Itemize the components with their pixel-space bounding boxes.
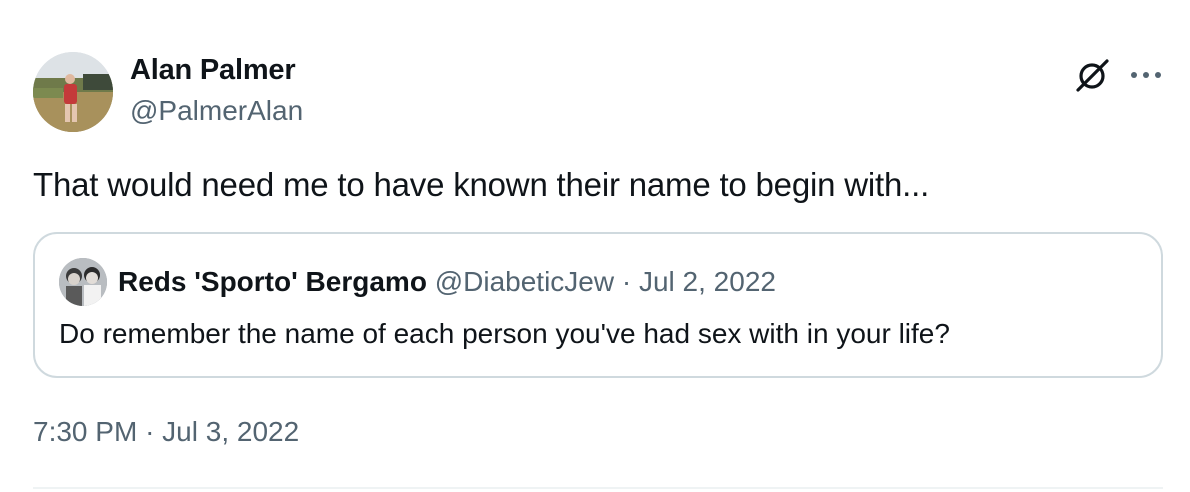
quoted-author-avatar[interactable] [59,258,107,306]
quoted-author-handle[interactable]: @DiabeticJew [435,266,614,297]
quoted-tweet[interactable]: Reds 'Sporto' Bergamo @DiabeticJew · Jul… [33,232,1163,378]
quoted-tweet-header: Reds 'Sporto' Bergamo @DiabeticJew · Jul… [118,266,776,298]
tweet-timestamp[interactable]: 7:30 PM · Jul 3, 2022 [33,416,299,448]
quoted-date[interactable]: Jul 2, 2022 [639,266,776,297]
grok-icon[interactable] [1073,56,1113,96]
author-avatar[interactable] [33,52,113,132]
more-icon[interactable] [1124,60,1168,90]
quoted-tweet-text: Do remember the name of each person you'… [59,318,950,349]
tweet: Alan Palmer @PalmerAlan That would need … [0,0,1190,492]
divider [33,487,1163,489]
quoted-separator: · [621,266,632,297]
tweet-text: That would need me to have known their n… [33,166,930,203]
author-name[interactable]: Alan Palmer [130,54,296,87]
tweet-date[interactable]: Jul 3, 2022 [162,416,299,447]
timestamp-separator: · [145,416,155,447]
tweet-time[interactable]: 7:30 PM [33,416,137,447]
author-handle[interactable]: @PalmerAlan [130,95,303,127]
quoted-author-name[interactable]: Reds 'Sporto' Bergamo [118,266,427,297]
